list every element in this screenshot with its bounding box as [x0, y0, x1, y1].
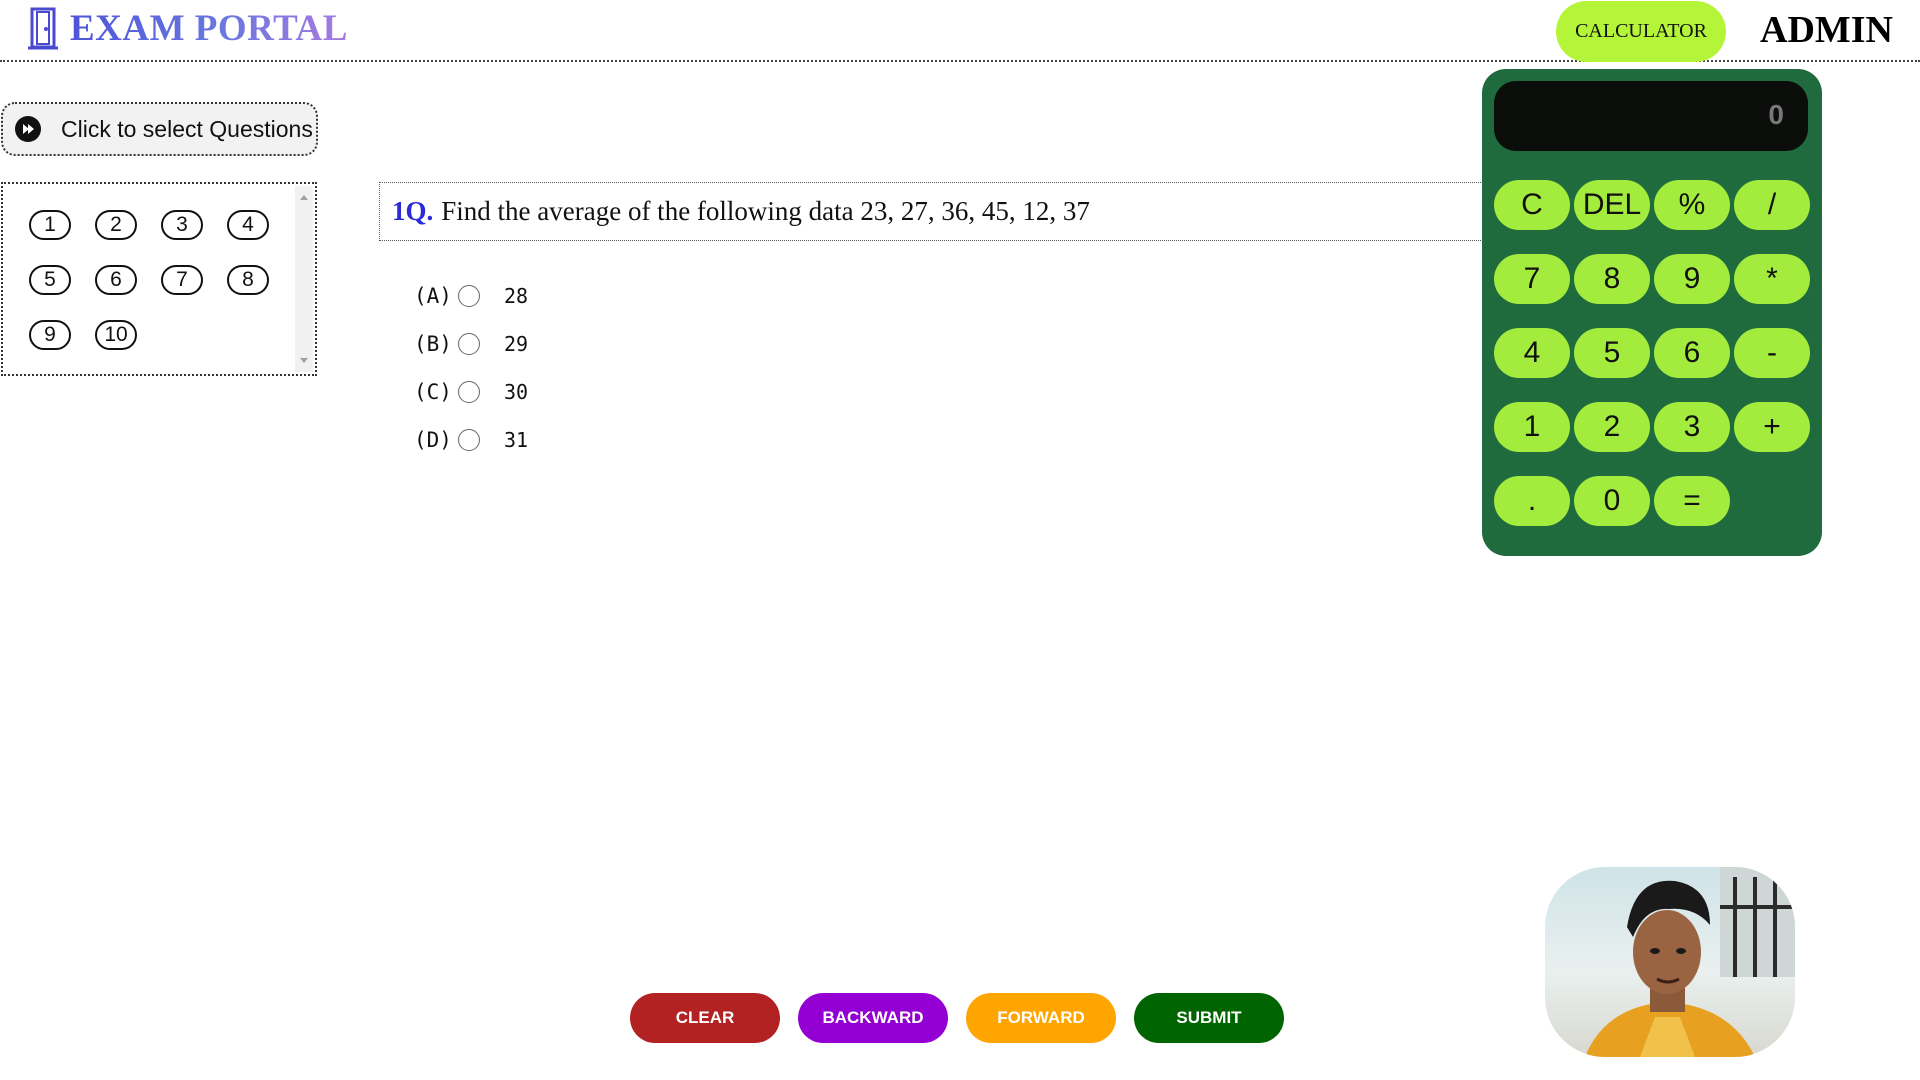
question-selector-label: Click to select Questions [61, 115, 313, 142]
option-letter: (C) [414, 380, 452, 404]
option-radio[interactable] [458, 333, 480, 355]
scroll-down-icon[interactable] [300, 358, 308, 363]
action-bar: CLEAR BACKWARD FORWARD SUBMIT [630, 993, 1284, 1043]
calculator-key[interactable]: - [1734, 328, 1810, 378]
option-value: 29 [504, 332, 529, 356]
answer-options: (A) 28 (B) 29 (C) 30 (D) 31 [414, 272, 528, 464]
question-number-button[interactable]: 2 [95, 210, 137, 240]
option-a[interactable]: (A) 28 [414, 272, 528, 320]
calculator-button[interactable]: CALCULATOR [1556, 1, 1726, 62]
calculator-key[interactable]: / [1734, 180, 1810, 230]
webcam-preview [1545, 867, 1795, 1057]
option-radio[interactable] [458, 285, 480, 307]
brand[interactable]: EXAM PORTAL [26, 6, 348, 50]
calculator-key[interactable]: + [1734, 402, 1810, 452]
calculator-key[interactable]: 0 [1574, 476, 1650, 526]
question-number: 1Q. [392, 196, 434, 226]
calculator-key[interactable]: 7 [1494, 254, 1570, 304]
question-selector-toggle[interactable]: Click to select Questions [1, 102, 318, 156]
calculator-key[interactable]: DEL [1574, 180, 1650, 230]
question-box: 1Q. Find the average of the following da… [379, 182, 1499, 241]
calculator-keypad: C DEL%/ 7 8 9 * 4 5 6- 1 2 3 +. 0 = [1494, 180, 1810, 526]
calculator-key[interactable]: 5 [1574, 328, 1650, 378]
calculator-panel: 0 C DEL%/7 8 9 * 4 5 6-1 2 3 +. 0 = [1482, 69, 1822, 556]
clear-button[interactable]: CLEAR [630, 993, 780, 1043]
top-header: EXAM PORTAL CALCULATOR ADMIN [0, 0, 1920, 62]
question-number-button[interactable]: 10 [95, 320, 137, 350]
calculator-key[interactable]: % [1654, 180, 1730, 230]
calculator-key[interactable]: * [1734, 254, 1810, 304]
question-number-button[interactable]: 5 [29, 265, 71, 295]
question-number-button[interactable]: 9 [29, 320, 71, 350]
calculator-key[interactable]: 9 [1654, 254, 1730, 304]
option-d[interactable]: (D) 31 [414, 416, 528, 464]
option-value: 28 [504, 284, 529, 308]
forward-button[interactable]: FORWARD [966, 993, 1116, 1043]
calculator-key[interactable]: 4 [1494, 328, 1570, 378]
option-letter: (D) [414, 428, 452, 452]
option-radio[interactable] [458, 381, 480, 403]
calculator-key[interactable]: . [1494, 476, 1570, 526]
fast-forward-icon [15, 116, 41, 142]
calculator-key[interactable]: C [1494, 180, 1570, 230]
option-value: 30 [504, 380, 529, 404]
door-icon [28, 7, 58, 50]
calculator-key[interactable]: = [1654, 476, 1730, 526]
brand-title: EXAM PORTAL [70, 7, 348, 49]
calculator-key[interactable]: 3 [1654, 402, 1730, 452]
option-c[interactable]: (C) 30 [414, 368, 528, 416]
calculator-key[interactable]: 8 [1574, 254, 1650, 304]
question-number-button[interactable]: 1 [29, 210, 71, 240]
question-number-button[interactable]: 7 [161, 265, 203, 295]
question-number-grid: 1 2 3 4 5 6 7 8 9 10 [29, 210, 269, 350]
backward-button[interactable]: BACKWARD [798, 993, 948, 1043]
question-text: Find the average of the following data 2… [441, 196, 1090, 226]
question-panel-scrollbar[interactable] [295, 186, 313, 372]
option-b[interactable]: (B) 29 [414, 320, 528, 368]
calculator-display: 0 [1494, 81, 1808, 151]
option-radio[interactable] [458, 429, 480, 451]
scroll-up-icon[interactable] [300, 195, 308, 200]
webcam-person-image [1585, 867, 1795, 1057]
option-value: 31 [504, 428, 529, 452]
submit-button[interactable]: SUBMIT [1134, 993, 1284, 1043]
calculator-key[interactable]: 6 [1654, 328, 1730, 378]
question-number-panel: 1 2 3 4 5 6 7 8 9 10 [1, 182, 317, 376]
user-label[interactable]: ADMIN [1760, 8, 1893, 52]
question-number-button[interactable]: 6 [95, 265, 137, 295]
calculator-key[interactable]: 2 [1574, 402, 1650, 452]
option-letter: (B) [414, 332, 452, 356]
option-letter: (A) [414, 284, 452, 308]
calculator-key[interactable]: 1 [1494, 402, 1570, 452]
question-number-button[interactable]: 8 [227, 265, 269, 295]
question-number-button[interactable]: 3 [161, 210, 203, 240]
question-number-button[interactable]: 4 [227, 210, 269, 240]
